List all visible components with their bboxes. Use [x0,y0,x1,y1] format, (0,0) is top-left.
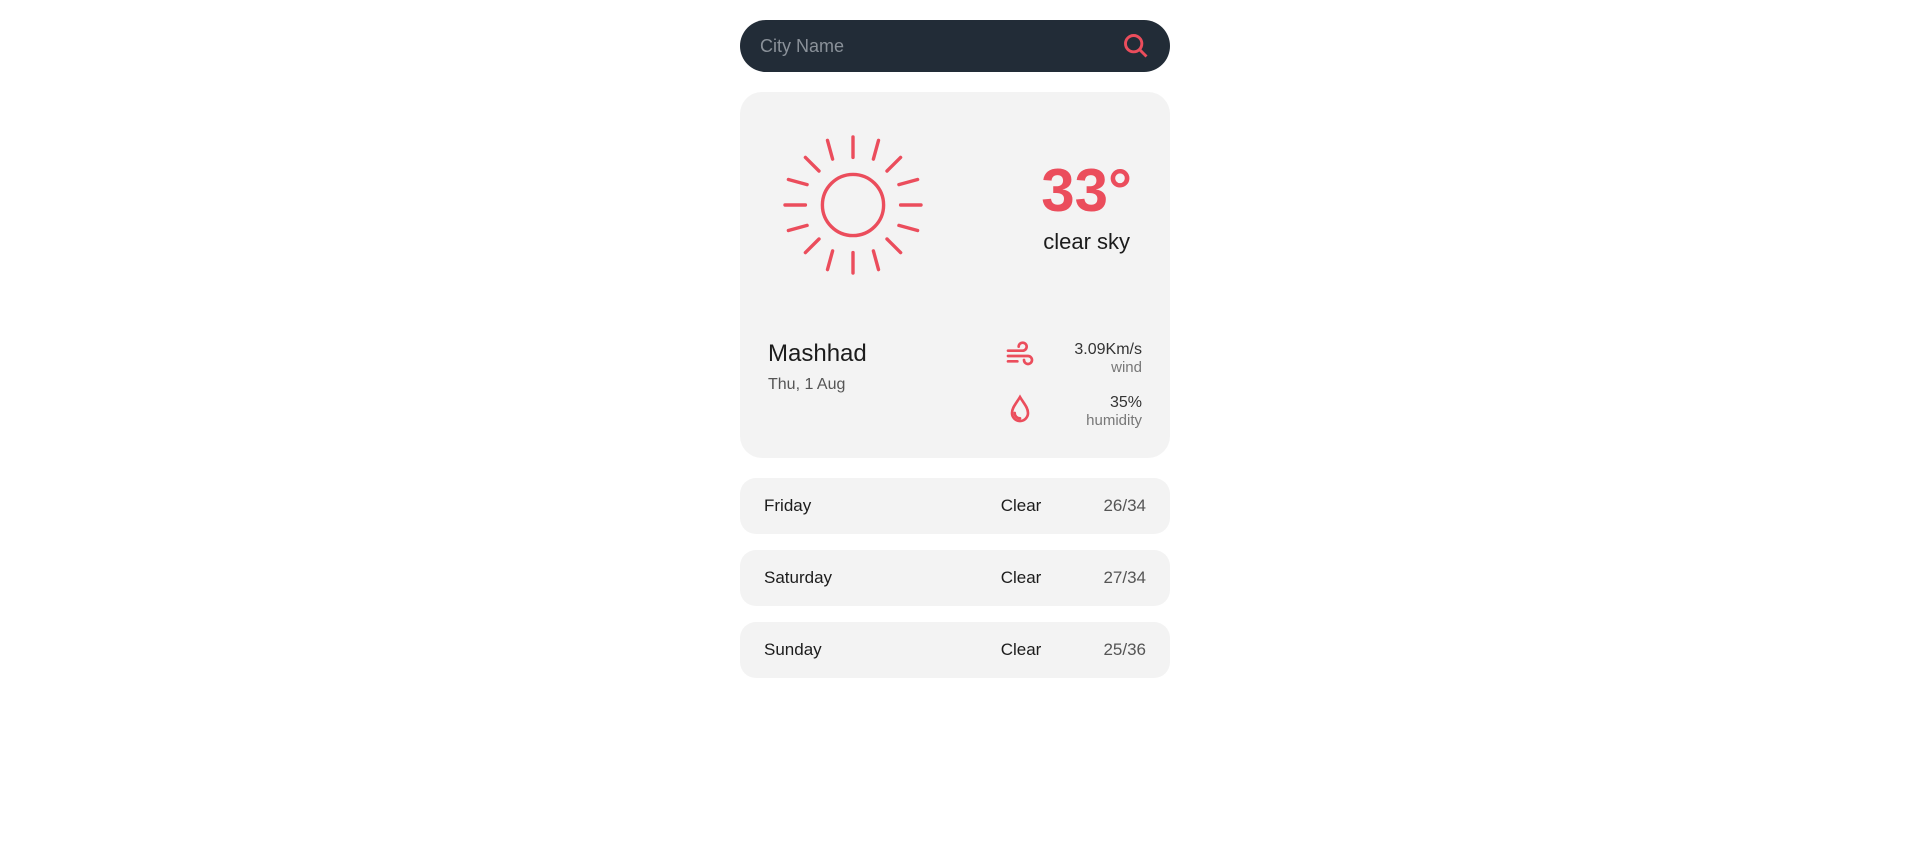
wind-icon [1004,340,1036,377]
forecast-temps: 25/36 [1076,640,1146,660]
city-search-input[interactable] [760,36,1122,57]
forecast-row: Saturday Clear 27/34 [740,550,1170,606]
current-bottom-row: Mashhad Thu, 1 Aug 3.09Km/s wind [768,340,1142,430]
search-icon[interactable] [1122,32,1150,60]
forecast-row: Sunday Clear 25/36 [740,622,1170,678]
forecast-day: Friday [764,496,966,516]
stats-block: 3.09Km/s wind 35% humidity [1004,340,1142,430]
city-name: Mashhad [768,340,1004,368]
forecast-day: Sunday [764,640,966,660]
wind-value: 3.09Km/s [1062,341,1142,359]
wind-stat: 3.09Km/s wind [1004,340,1142,377]
current-temp: 33° [1041,161,1132,221]
current-top-row: 33° clear sky [768,120,1142,295]
forecast-condition: Clear [966,640,1076,660]
forecast-condition: Clear [966,568,1076,588]
forecast-temps: 26/34 [1076,496,1146,516]
wind-label: wind [1062,359,1142,376]
wind-text: 3.09Km/s wind [1062,341,1142,376]
weather-app: 33° clear sky Mashhad Thu, 1 Aug [740,20,1170,678]
current-weather-card: 33° clear sky Mashhad Thu, 1 Aug [740,92,1170,458]
humidity-label: humidity [1062,412,1142,429]
forecast-condition: Clear [966,496,1076,516]
humidity-icon [1004,393,1036,430]
humidity-stat: 35% humidity [1004,393,1142,430]
forecast-row: Friday Clear 26/34 [740,478,1170,534]
sun-icon [768,120,938,295]
search-bar [740,20,1170,72]
humidity-value: 35% [1062,394,1142,412]
humidity-text: 35% humidity [1062,394,1142,429]
current-date: Thu, 1 Aug [768,376,1004,394]
forecast-day: Saturday [764,568,966,588]
current-condition: clear sky [1041,229,1132,255]
forecast-list: Friday Clear 26/34 Saturday Clear 27/34 … [740,478,1170,678]
temp-block: 33° clear sky [1041,161,1142,255]
city-block: Mashhad Thu, 1 Aug [768,340,1004,430]
forecast-temps: 27/34 [1076,568,1146,588]
